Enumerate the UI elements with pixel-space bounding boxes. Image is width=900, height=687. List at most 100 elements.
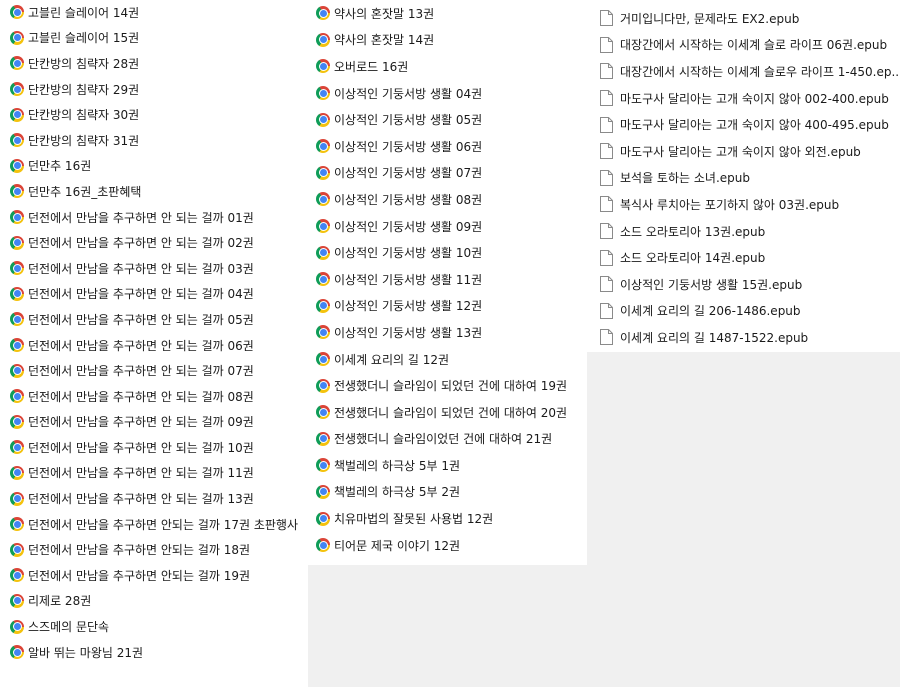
file-icon	[600, 276, 613, 293]
file-name: 책벌레의 하극상 5부 1권	[334, 458, 461, 473]
file-name: 던만추 16권_초판혜택	[28, 184, 142, 199]
file-item[interactable]: 치유마법의 잘못된 사용법 12권	[308, 505, 587, 532]
file-name: 던전에서 만남을 추구하면 안되는 걸까 19권	[28, 568, 251, 583]
chrome-icon	[316, 298, 330, 313]
chrome-icon	[316, 352, 330, 367]
file-item[interactable]: 책벌레의 하극상 5부 2권	[308, 479, 587, 506]
chrome-icon	[10, 593, 24, 608]
file-name: 단칸방의 침략자 31권	[28, 133, 140, 148]
chrome-icon	[10, 107, 24, 122]
file-item[interactable]: 이세계 요리의 길 206-1486.epub	[587, 298, 900, 325]
file-item[interactable]: 리제로 28권	[0, 588, 308, 615]
file-item[interactable]: 스즈메의 문단속	[0, 613, 308, 640]
file-item[interactable]: 약사의 혼잣말 13권	[308, 0, 587, 27]
file-item[interactable]: 이상적인 기둥서방 생활 13권	[308, 319, 587, 346]
file-item[interactable]: 이상적인 기둥서방 생활 11권	[308, 266, 587, 293]
chrome-icon	[316, 484, 330, 499]
file-item[interactable]: 던전에서 만남을 추구하면 안되는 걸까 17권 초판행사	[0, 511, 308, 538]
file-item[interactable]: 던전에서 만남을 추구하면 안 되는 걸까 11권	[0, 460, 308, 487]
file-item[interactable]: 던전에서 만남을 추구하면 안 되는 걸까 03권	[0, 255, 308, 282]
file-item[interactable]: 던전에서 만남을 추구하면 안 되는 걸까 07권	[0, 357, 308, 384]
file-item[interactable]: 마도구사 달리아는 고개 숙이지 않아 400-495.epub	[587, 111, 900, 138]
file-icon	[600, 249, 613, 266]
file-name: 이세계 요리의 길 12권	[334, 352, 450, 367]
file-item[interactable]: 이상적인 기둥서방 생활 07권	[308, 160, 587, 187]
chrome-icon	[316, 165, 330, 180]
file-icon	[600, 36, 613, 53]
file-name: 던만추 16권	[28, 159, 92, 174]
file-item[interactable]: 이상적인 기둥서방 생활 15권.epub	[587, 271, 900, 298]
chrome-icon	[10, 517, 24, 532]
file-icon	[600, 143, 613, 160]
file-name: 이상적인 기둥서방 생활 07권	[334, 166, 483, 181]
file-item[interactable]: 오버로드 16권	[308, 53, 587, 80]
chrome-icon	[10, 56, 24, 71]
file-item[interactable]: 단칸방의 침략자 30권	[0, 101, 308, 128]
file-item[interactable]: 던전에서 만남을 추구하면 안 되는 걸까 01권	[0, 204, 308, 231]
file-list-column-1: 고블린 슬레이어 14권 고블린 슬레이어 15권단칸방의 침략자 28권단칸방의…	[0, 0, 308, 687]
file-item[interactable]: 책벌레의 하극상 5부 1권	[308, 452, 587, 479]
file-item[interactable]: 대장간에서 시작하는 이세계 슬로 라이프 06권.epub	[587, 32, 900, 59]
file-name: 소드 오라토리아 14권.epub	[620, 251, 766, 266]
chrome-icon	[10, 235, 24, 250]
file-item[interactable]: 소드 오라토리아 13권.epub	[587, 218, 900, 245]
file-item[interactable]: 단칸방의 침략자 31권	[0, 127, 308, 154]
file-item[interactable]: 대장간에서 시작하는 이세계 슬로우 라이프 1-450.ep...	[587, 58, 900, 85]
file-item[interactable]: 전생했더니 슬라임이 되었던 건에 대하여 19권	[308, 372, 587, 399]
chrome-icon	[10, 645, 24, 660]
file-item[interactable]: 거미입니다만, 문제라도 EX2.epub	[587, 5, 900, 32]
file-item[interactable]: 던전에서 만남을 추구하면 안되는 걸까 18권	[0, 536, 308, 563]
file-item[interactable]: 던전에서 만남을 추구하면 안 되는 걸까 04권	[0, 281, 308, 308]
chrome-icon	[10, 5, 24, 20]
file-item[interactable]: 소드 오라토리아 14권.epub	[587, 244, 900, 271]
file-name: 대장간에서 시작하는 이세계 슬로우 라이프 1-450.ep...	[620, 64, 900, 79]
file-name: 약사의 혼잣말 14권	[334, 33, 435, 48]
file-item[interactable]: 이상적인 기둥서방 생활 08권	[308, 186, 587, 213]
file-name: 단칸방의 침략자 28권	[28, 56, 140, 71]
file-item[interactable]: 복식사 루치아는 포기하지 않아 03권.epub	[587, 191, 900, 218]
chrome-icon	[316, 538, 330, 553]
file-name: 이상적인 기둥서방 생활 04권	[334, 86, 483, 101]
file-item[interactable]: 던만추 16권	[0, 153, 308, 180]
file-item[interactable]: 이세계 요리의 길 1487-1522.epub	[587, 324, 900, 351]
file-item[interactable]: 이상적인 기둥서방 생활 09권	[308, 213, 587, 240]
file-item[interactable]: 마도구사 달리아는 고개 숙이지 않아 002-400.epub	[587, 85, 900, 112]
file-item[interactable]: 전생했더니 슬라임이었던 건에 대하여 21권	[308, 426, 587, 453]
file-name: 대장간에서 시작하는 이세계 슬로 라이프 06권.epub	[620, 38, 888, 53]
file-item[interactable]: 이상적인 기둥서방 생활 05권	[308, 106, 587, 133]
file-item[interactable]: 던전에서 만남을 추구하면 안 되는 걸까 09권	[0, 409, 308, 436]
file-item[interactable]: 이상적인 기둥서방 생활 12권	[308, 293, 587, 320]
file-item[interactable]: 이상적인 기둥서방 생활 06권	[308, 133, 587, 160]
file-name: 마도구사 달리아는 고개 숙이지 않아 002-400.epub	[620, 91, 889, 106]
file-item[interactable]: 던전에서 만남을 추구하면 안되는 걸까 19권	[0, 562, 308, 589]
file-name: 약사의 혼잣말 13권	[334, 6, 435, 21]
file-name: 이상적인 기둥서방 생활 06권	[334, 139, 483, 154]
file-item[interactable]: 던전에서 만남을 추구하면 안 되는 걸까 08권	[0, 383, 308, 410]
file-item[interactable]: 단칸방의 침략자 29권	[0, 76, 308, 103]
file-item[interactable]: 던만추 16권_초판혜택	[0, 178, 308, 205]
file-item[interactable]: 던전에서 만남을 추구하면 안 되는 걸까 02권	[0, 229, 308, 256]
file-item[interactable]: 고블린 슬레이어 15권	[0, 25, 308, 52]
file-item[interactable]: 단칸방의 침략자 28권	[0, 50, 308, 77]
file-item[interactable]: 던전에서 만남을 추구하면 안 되는 걸까 10권	[0, 434, 308, 461]
file-item[interactable]: 보석을 토하는 소녀.epub	[587, 165, 900, 192]
file-name: 단칸방의 침략자 30권	[28, 108, 140, 123]
file-item[interactable]: 던전에서 만남을 추구하면 안 되는 걸까 06권	[0, 332, 308, 359]
file-item[interactable]: 약사의 혼잣말 14권	[308, 27, 587, 54]
file-name: 던전에서 만남을 추구하면 안 되는 걸까 10권	[28, 440, 254, 455]
file-item[interactable]: 이상적인 기둥서방 생활 10권	[308, 239, 587, 266]
file-item[interactable]: 던전에서 만남을 추구하면 안 되는 걸까 13권	[0, 485, 308, 512]
chrome-icon	[10, 286, 24, 301]
file-item[interactable]: 알바 뛰는 마왕님 21권	[0, 639, 308, 666]
file-item[interactable]: 이상적인 기둥서방 생활 04권	[308, 80, 587, 107]
file-item[interactable]: 이세계 요리의 길 12권	[308, 346, 587, 373]
file-item[interactable]: 마도구사 달리아는 고개 숙이지 않아 외전.epub	[587, 138, 900, 165]
file-item[interactable]: 전생했더니 슬라임이 되었던 건에 대하여 20권	[308, 399, 587, 426]
chrome-icon	[10, 210, 24, 225]
file-item[interactable]: 고블린 슬레이어 14권	[0, 0, 308, 26]
file-item[interactable]: 던전에서 만남을 추구하면 안 되는 걸까 05권	[0, 306, 308, 333]
file-name: 던전에서 만남을 추구하면 안되는 걸까 18권	[28, 543, 251, 558]
file-item[interactable]: 티어문 제국 이야기 12권	[308, 532, 587, 559]
file-icon	[600, 10, 613, 27]
file-icon	[600, 196, 613, 213]
